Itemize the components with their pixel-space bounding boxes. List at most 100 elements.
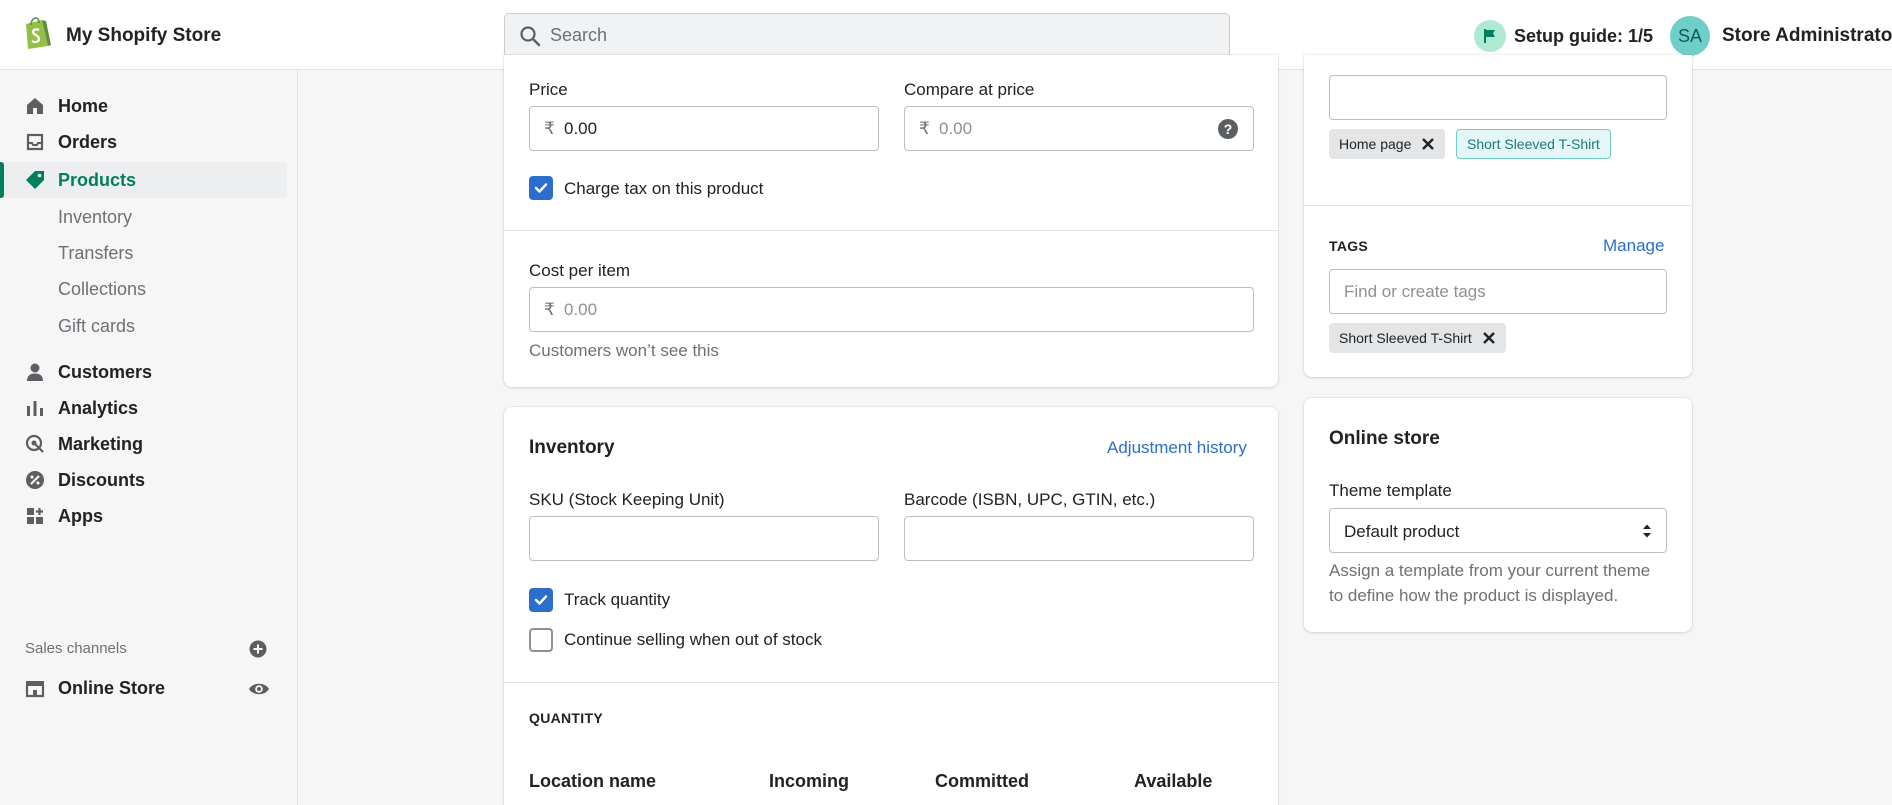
user-name: Store Administrator: [1722, 25, 1892, 46]
theme-help-text-line2: to define how the product is displayed.: [1329, 586, 1619, 605]
sidebar-item-discounts[interactable]: Discounts: [0, 462, 287, 498]
sidebar-item-label: Analytics: [58, 397, 139, 418]
theme-help-text-line1: Assign a template from your current them…: [1329, 561, 1651, 580]
sidebar-subitem-collections[interactable]: Collections: [58, 274, 146, 304]
sidebar-item-label: Discounts: [58, 469, 146, 490]
collections-field[interactable]: [1329, 75, 1667, 120]
help-icon[interactable]: ?: [1217, 118, 1239, 140]
cost-per-item-field[interactable]: ₹: [529, 287, 1254, 332]
sidebar-item-home[interactable]: Home: [0, 88, 287, 124]
sidebar-item-label: Apps: [58, 505, 103, 526]
column-header-location: Location name: [529, 771, 657, 791]
track-quantity-label[interactable]: Track quantity: [564, 590, 670, 610]
inventory-title: Inventory: [529, 437, 615, 458]
collection-tag-short-sleeved[interactable]: Short Sleeved T-Shirt: [1456, 129, 1611, 159]
currency-symbol: ₹: [544, 119, 555, 138]
divider: [504, 230, 1278, 231]
barcode-input[interactable]: [919, 517, 1239, 560]
tag-label: Home page: [1339, 136, 1412, 152]
continue-selling-label[interactable]: Continue selling when out of stock: [564, 630, 822, 650]
add-sales-channel-icon[interactable]: [248, 639, 268, 659]
eye-icon[interactable]: [248, 678, 270, 700]
continue-selling-checkbox[interactable]: [529, 628, 553, 652]
svg-text:?: ?: [1224, 121, 1233, 137]
avatar: SA: [1670, 16, 1710, 56]
inventory-card: Inventory Adjustment history SKU (Stock …: [504, 407, 1278, 805]
column-header-available: Available: [1134, 771, 1213, 791]
tags-field[interactable]: [1329, 269, 1667, 314]
compare-at-price-input[interactable]: [939, 107, 1199, 150]
store-name[interactable]: My Shopify Store: [66, 25, 221, 47]
price-input[interactable]: [564, 107, 864, 150]
product-tag: Short Sleeved T-Shirt: [1329, 323, 1506, 353]
sidebar-subitem-transfers[interactable]: Transfers: [58, 238, 133, 268]
tags-title: TAGS: [1329, 238, 1369, 254]
online-store-title: Online store: [1329, 428, 1440, 449]
compare-at-price-field[interactable]: ₹ ?: [904, 106, 1254, 151]
tag-icon: [24, 169, 46, 191]
sku-label: SKU (Stock Keeping Unit): [529, 490, 725, 509]
sidebar-item-label: Customers: [58, 361, 153, 382]
track-quantity-checkbox[interactable]: [529, 588, 553, 612]
manage-tags-link[interactable]: Manage: [1603, 236, 1664, 256]
charge-tax-label[interactable]: Charge tax on this product: [564, 179, 763, 199]
tag-label: Short Sleeved T-Shirt: [1467, 136, 1600, 152]
discount-icon: [24, 469, 46, 491]
charge-tax-checkbox[interactable]: [529, 176, 553, 200]
sku-input[interactable]: [544, 517, 864, 560]
sidebar-subitem-inventory[interactable]: Inventory: [58, 202, 132, 232]
theme-template-select[interactable]: Default product: [1329, 508, 1667, 553]
organization-card: Home page Short Sleeved T-Shirt TAGS Man…: [1304, 55, 1692, 377]
setup-guide-button[interactable]: Setup guide: 1/5: [1474, 20, 1653, 52]
collections-input[interactable]: [1344, 76, 1654, 119]
column-header-committed: Committed: [935, 771, 1029, 791]
store-icon: [24, 677, 46, 699]
price-field[interactable]: ₹: [529, 106, 879, 151]
cost-per-item-label: Cost per item: [529, 261, 631, 280]
sidebar-item-apps[interactable]: Apps: [0, 498, 287, 534]
theme-template-label: Theme template: [1329, 481, 1452, 500]
user-menu[interactable]: SA Store Administrator: [1670, 16, 1892, 56]
search-input[interactable]: [550, 14, 1210, 57]
cost-per-item-input[interactable]: [564, 288, 1244, 331]
sidebar-item-analytics[interactable]: Analytics: [0, 390, 287, 426]
search-icon: [520, 26, 541, 47]
cost-help-text: Customers won’t see this: [529, 341, 719, 360]
sidebar-item-label: Online Store: [58, 677, 166, 698]
sidebar-item-label: Orders: [58, 131, 118, 152]
sidebar-item-products[interactable]: Products: [0, 162, 287, 198]
tag-label: Short Sleeved T-Shirt: [1339, 330, 1472, 346]
checkmark-icon: [534, 183, 548, 193]
apps-icon: [24, 505, 46, 527]
close-icon[interactable]: [1421, 137, 1435, 151]
shopify-logo[interactable]: [22, 16, 52, 50]
sidebar-item-orders[interactable]: Orders: [0, 124, 287, 160]
sidebar-item-label: Home: [58, 95, 109, 116]
collection-tag-home-page: Home page: [1329, 129, 1446, 159]
sidebar-item-customers[interactable]: Customers: [0, 354, 287, 390]
barcode-label: Barcode (ISBN, UPC, GTIN, etc.): [904, 490, 1156, 509]
tags-input[interactable]: [1344, 270, 1654, 313]
sidebar-subitem-gift-cards[interactable]: Gift cards: [58, 311, 135, 341]
theme-template-value: Default product: [1344, 522, 1460, 541]
sidebar-item-marketing[interactable]: Marketing: [0, 426, 287, 462]
compare-at-price-label: Compare at price: [904, 80, 1035, 99]
price-label: Price: [529, 80, 568, 99]
close-icon[interactable]: [1482, 331, 1496, 345]
select-arrows-icon: [1643, 524, 1651, 538]
marketing-icon: [24, 433, 46, 455]
pricing-card: Price ₹ Compare at price ₹ ? Charge tax …: [504, 55, 1278, 387]
barcode-field[interactable]: [904, 516, 1254, 561]
setup-guide-label: Setup guide: 1/5: [1514, 25, 1654, 46]
adjustment-history-link[interactable]: Adjustment history: [1107, 438, 1247, 458]
bar-chart-icon: [24, 397, 46, 419]
sidebar-item-online-store[interactable]: Online Store: [0, 670, 287, 706]
currency-symbol: ₹: [544, 300, 555, 319]
sidebar: Home Orders Products Inventory Transfers…: [0, 70, 298, 805]
search-bar[interactable]: [504, 13, 1230, 58]
orders-icon: [24, 131, 46, 153]
quantity-title: QUANTITY: [529, 710, 603, 726]
sidebar-item-label: Products: [58, 169, 137, 190]
person-icon: [24, 361, 46, 383]
sku-field[interactable]: [529, 516, 879, 561]
